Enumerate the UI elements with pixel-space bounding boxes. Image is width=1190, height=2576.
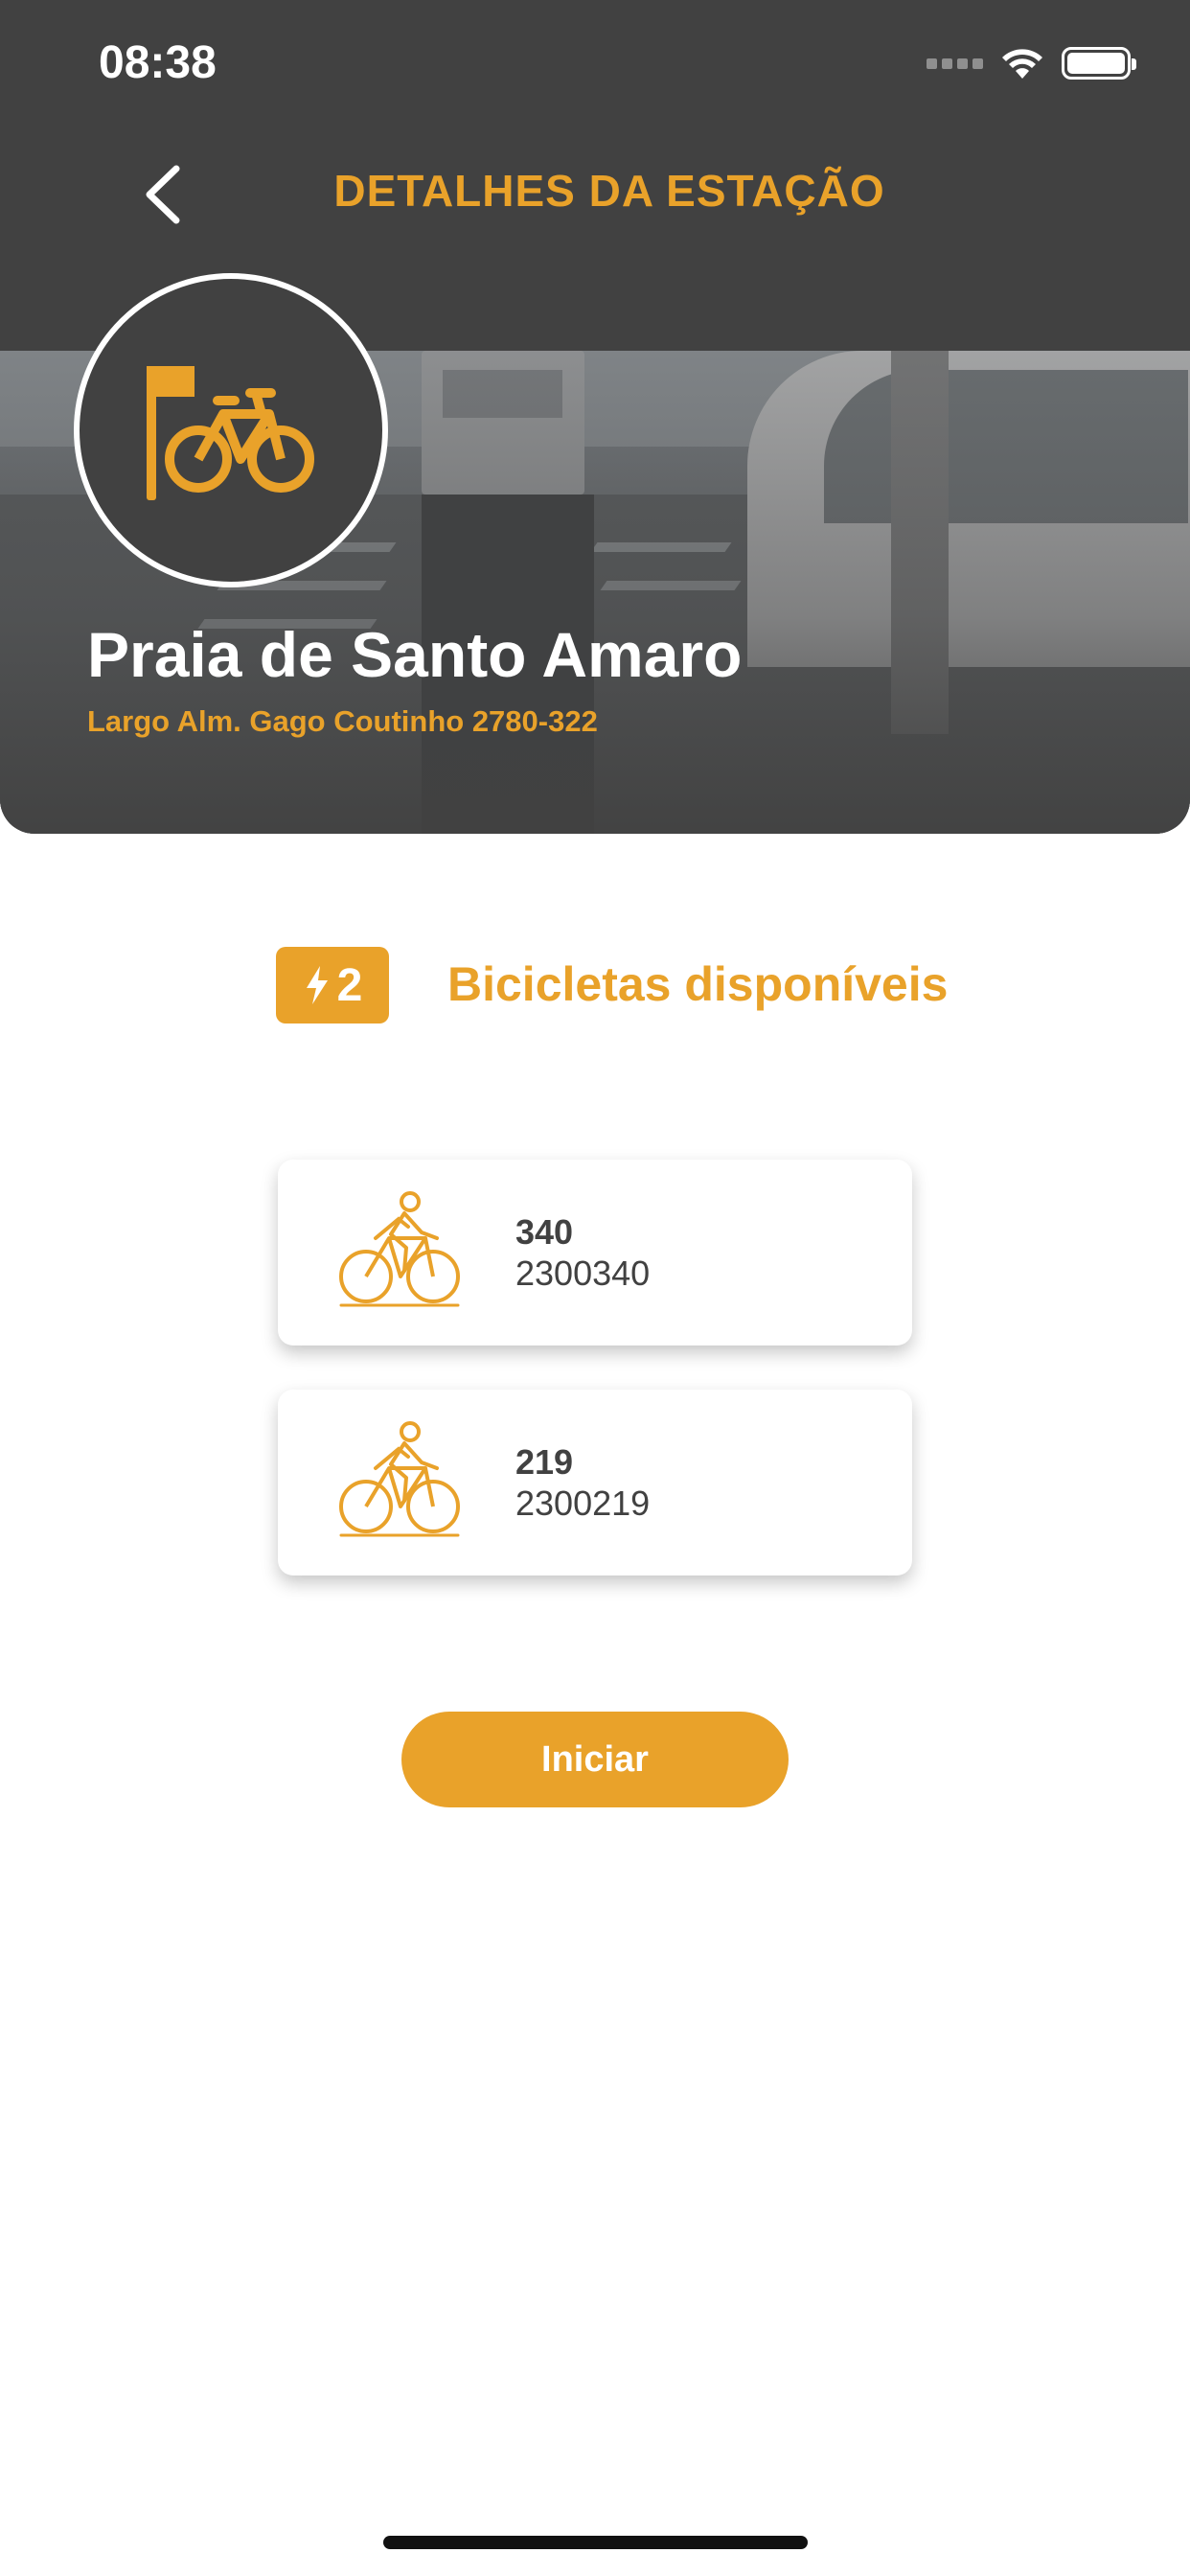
bike-station-icon <box>147 366 314 500</box>
bike-serial: 2300340 <box>515 1254 651 1293</box>
home-indicator[interactable] <box>383 2536 808 2549</box>
bike-id: 219 <box>515 1442 574 1482</box>
available-count-badge: 2 <box>276 947 389 1024</box>
station-header: 08:38 DETALHES DA ESTAÇÃO Praia de Santo… <box>0 0 1190 834</box>
station-address: Largo Alm. Gago Coutinho 2780-322 <box>87 704 598 738</box>
battery-icon <box>1062 47 1136 80</box>
available-bikes-label: Bicicletas disponíveis <box>447 957 949 1011</box>
station-name: Praia de Santo Amaro <box>87 619 743 690</box>
bike-id: 340 <box>515 1212 574 1252</box>
bike-card[interactable]: 219 2300219 <box>278 1390 912 1576</box>
cyclist-icon <box>339 1191 460 1307</box>
start-button[interactable]: Iniciar <box>401 1712 789 1807</box>
station-avatar <box>74 273 388 587</box>
lightning-icon <box>306 966 328 1004</box>
page-title: DETALHES DA ESTAÇÃO <box>333 166 885 216</box>
available-count: 2 <box>336 959 363 1011</box>
bike-card[interactable]: 340 2300340 <box>278 1160 912 1346</box>
signal-icon <box>927 58 983 69</box>
status-icons <box>927 46 1136 80</box>
status-time: 08:38 <box>99 37 217 88</box>
bike-serial: 2300219 <box>515 1484 651 1523</box>
cyclist-icon <box>339 1421 460 1537</box>
wifi-icon <box>1002 49 1042 79</box>
